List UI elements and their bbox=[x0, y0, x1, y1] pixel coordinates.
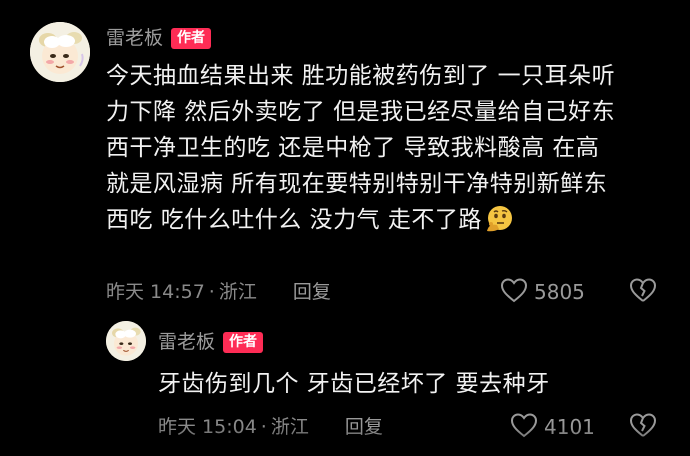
reply-button[interactable]: 回复 bbox=[345, 415, 383, 439]
comment-time: 昨天 15:04 bbox=[158, 416, 257, 438]
broken-heart-icon bbox=[629, 413, 657, 442]
avatar[interactable] bbox=[30, 22, 90, 82]
username-row: 雷老板 作者 bbox=[106, 26, 212, 50]
avatar[interactable] bbox=[106, 321, 146, 361]
like-button[interactable]: 5805 bbox=[500, 277, 585, 307]
heart-icon bbox=[510, 412, 538, 442]
like-count: 4101 bbox=[544, 415, 595, 439]
like-count: 5805 bbox=[534, 280, 585, 304]
sheep-avatar-icon bbox=[106, 321, 146, 361]
comment-line: 牙齿伤到几个 牙齿已经坏了 要去种牙 bbox=[158, 371, 550, 397]
comment-location: 浙江 bbox=[218, 281, 257, 303]
comment-line: 就是风湿病 所有现在要特别特别干净特别新鲜东 bbox=[106, 171, 608, 197]
username[interactable]: 雷老板 bbox=[158, 330, 215, 354]
comment-text: 今天抽血结果出来 胜功能被药伤到了 一只耳朵听 力下降 然后外卖吃了 但是我已经… bbox=[106, 58, 676, 238]
comment-line-text: 西吃 吃什么吐什么 没力气 走不了路 bbox=[106, 207, 482, 233]
comment-actions: 5805 bbox=[500, 277, 657, 307]
sheep-avatar-icon bbox=[30, 22, 90, 82]
comment-actions: 4101 bbox=[510, 412, 657, 442]
comment-line: 西吃 吃什么吐什么 没力气 走不了路 bbox=[106, 202, 676, 238]
author-badge: 作者 bbox=[223, 331, 264, 353]
thinking-face-icon bbox=[484, 205, 514, 233]
comment-meta: 昨天 15:04 · 浙江 回复 bbox=[158, 415, 383, 439]
username-row: 雷老板 作者 bbox=[158, 330, 264, 354]
comment-text: 牙齿伤到几个 牙齿已经坏了 要去种牙 bbox=[158, 366, 658, 402]
meta-separator: · bbox=[208, 281, 215, 303]
comment-line: 力下降 然后外卖吃了 但是我已经尽量给自己好东 bbox=[106, 99, 616, 125]
username[interactable]: 雷老板 bbox=[106, 26, 163, 50]
author-badge: 作者 bbox=[171, 27, 212, 49]
dislike-button[interactable] bbox=[629, 412, 657, 442]
reply-button[interactable]: 回复 bbox=[293, 280, 331, 304]
meta-separator: · bbox=[260, 416, 267, 438]
heart-icon bbox=[500, 277, 528, 307]
comment-time: 昨天 14:57 bbox=[106, 281, 205, 303]
dislike-button[interactable] bbox=[629, 277, 657, 307]
comment-location: 浙江 bbox=[270, 416, 309, 438]
like-button[interactable]: 4101 bbox=[510, 412, 595, 442]
comment-line: 今天抽血结果出来 胜功能被药伤到了 一只耳朵听 bbox=[106, 63, 616, 89]
comment-line: 西干净卫生的吃 还是中枪了 导致我料酸高 在高 bbox=[106, 135, 600, 161]
broken-heart-icon bbox=[629, 278, 657, 307]
comment-meta: 昨天 14:57 · 浙江 回复 bbox=[106, 280, 331, 304]
